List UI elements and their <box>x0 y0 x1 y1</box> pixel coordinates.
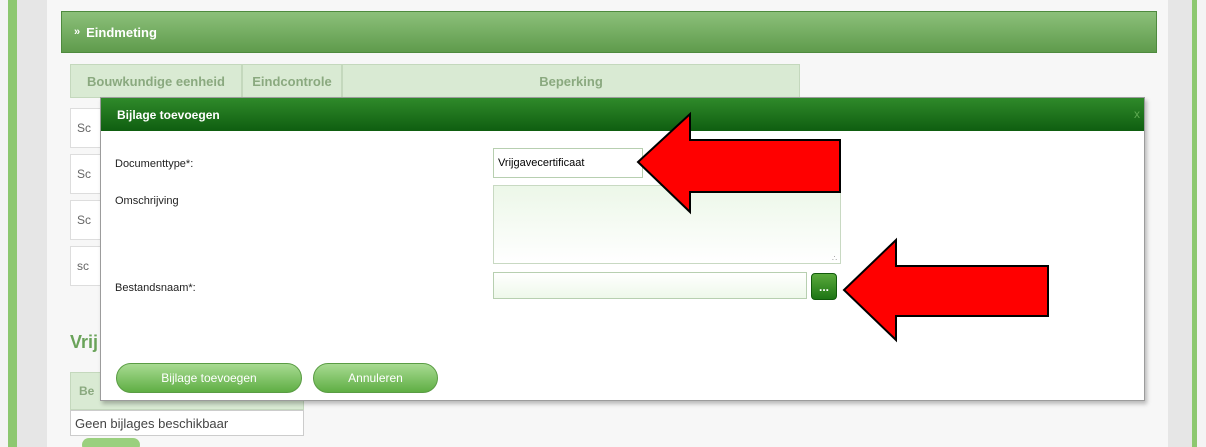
add-attachment-button[interactable]: Bijlage toevoegen <box>116 363 302 393</box>
red-arrow-browse-icon <box>842 237 1049 343</box>
cancel-button[interactable]: Annuleren <box>313 363 438 393</box>
right-gutter <box>1168 0 1192 447</box>
dialog-title-bar[interactable]: Bijlage toevoegen <box>101 98 1144 131</box>
red-arrow-documenttype-icon <box>636 111 841 215</box>
close-icon[interactable]: x <box>1134 107 1140 121</box>
browse-button[interactable]: ... <box>811 273 837 300</box>
bestandsnaam-label: Bestandsnaam*: <box>115 282 196 294</box>
dialog-title: Bijlage toevoegen <box>117 107 220 122</box>
vrij-section-title: Vrij <box>70 332 99 352</box>
section-title: Eindmeting <box>86 24 157 40</box>
right-accent-bar <box>1192 0 1197 447</box>
column-header-beperking: Beperking <box>342 64 800 98</box>
left-gutter <box>17 0 47 447</box>
column-header-eindcontrole: Eindcontrole <box>242 64 342 98</box>
section-header-eindmeting[interactable]: » Eindmeting <box>61 11 1157 53</box>
attachments-empty-text: Geen bijlages beschikbaar <box>70 410 304 436</box>
resize-grip-icon[interactable]: ∴ <box>832 254 837 263</box>
collapse-chevron-icon[interactable]: » <box>74 26 80 38</box>
column-header-bouwkundige-eenheid: Bouwkundige eenheid <box>70 64 242 98</box>
bestandsnaam-input[interactable] <box>493 272 807 299</box>
left-accent-bar <box>8 0 17 447</box>
background-button-stub <box>82 438 140 447</box>
documenttype-label: Documenttype*: <box>115 158 194 170</box>
omschrijving-label: Omschrijving <box>115 195 179 207</box>
documenttype-input[interactable]: Vrijgavecertificaat <box>493 148 643 178</box>
